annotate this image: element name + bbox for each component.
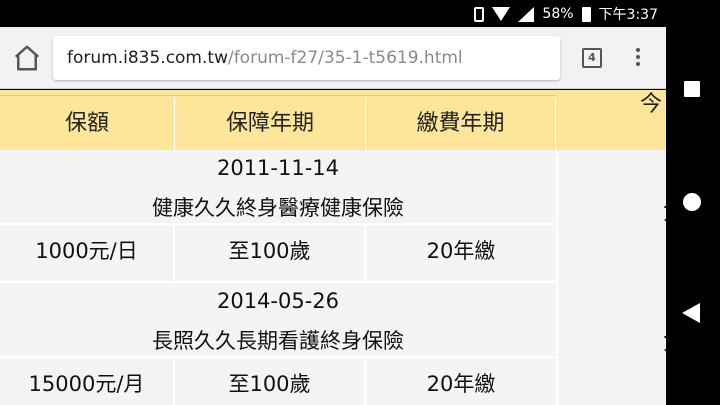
policy-name: 長照久久長期看護終身保險 bbox=[152, 329, 404, 353]
url-host: forum.i835.com.tw bbox=[67, 48, 228, 68]
policy-date: 2014-05-26 bbox=[216, 289, 340, 313]
term-cell: 至100歲 bbox=[175, 358, 366, 405]
header-coverage: 保額 bbox=[0, 98, 175, 150]
table-body: 2011-11-14 健康久久終身醫療健康保險 1000元/日 至100歲 20… bbox=[0, 150, 556, 405]
page-content: 保額 保障年期 繳費年期 今 2011-11-14 健康久久終身醫療健康保險 1… bbox=[0, 90, 666, 405]
payment-cell: 20年繳 bbox=[426, 372, 496, 396]
url-path: /forum-f27/35-1-t5619.html bbox=[227, 48, 463, 68]
term-cell: 至100歲 bbox=[175, 225, 366, 281]
table-row: 2011-11-14 健康久久終身醫療健康保險 1000元/日 至100歲 20… bbox=[0, 150, 556, 283]
wifi-icon bbox=[492, 7, 511, 21]
home-circle-icon[interactable] bbox=[683, 193, 701, 211]
back-icon[interactable] bbox=[682, 303, 700, 323]
url-bar[interactable]: forum.i835.com.tw/forum-f27/35-1-t5619.h… bbox=[53, 36, 560, 80]
header-term: 保障年期 bbox=[175, 98, 366, 150]
clock: 下午3:37 bbox=[598, 7, 658, 23]
menu-icon[interactable] bbox=[630, 45, 646, 71]
status-bar: 58% 下午3:37 bbox=[0, 0, 666, 27]
status-icons: 58% 下午3:37 bbox=[474, 4, 658, 24]
system-nav-bar bbox=[666, 0, 720, 405]
payment-cell: 20年繳 bbox=[426, 239, 496, 263]
coverage-cell: 1000元/日 bbox=[0, 225, 175, 281]
header-cut-fragment: 今 bbox=[640, 92, 663, 117]
battery-percent: 58% bbox=[542, 6, 574, 22]
home-icon[interactable] bbox=[12, 43, 42, 73]
coverage-cell: 15000元/月 bbox=[0, 358, 175, 405]
browser-toolbar: forum.i835.com.tw/forum-f27/35-1-t5619.h… bbox=[0, 27, 666, 89]
table-row: 2014-05-26 長照久久長期看護終身保險 15000元/月 至100歲 2… bbox=[0, 283, 556, 405]
vibrate-icon bbox=[474, 6, 485, 22]
cut-column: 1 1 bbox=[556, 150, 666, 405]
battery-icon bbox=[581, 6, 591, 22]
table-header: 保額 保障年期 繳費年期 今 bbox=[0, 90, 666, 150]
policy-name: 健康久久終身醫療健康保險 bbox=[152, 196, 404, 220]
recent-apps-icon[interactable] bbox=[684, 81, 700, 97]
policy-date: 2011-11-14 bbox=[216, 156, 340, 180]
signal-icon bbox=[518, 6, 535, 22]
tab-switcher-button[interactable]: 4 bbox=[582, 48, 602, 68]
header-payment: 繳費年期 bbox=[366, 98, 556, 150]
header-divider bbox=[0, 95, 556, 96]
